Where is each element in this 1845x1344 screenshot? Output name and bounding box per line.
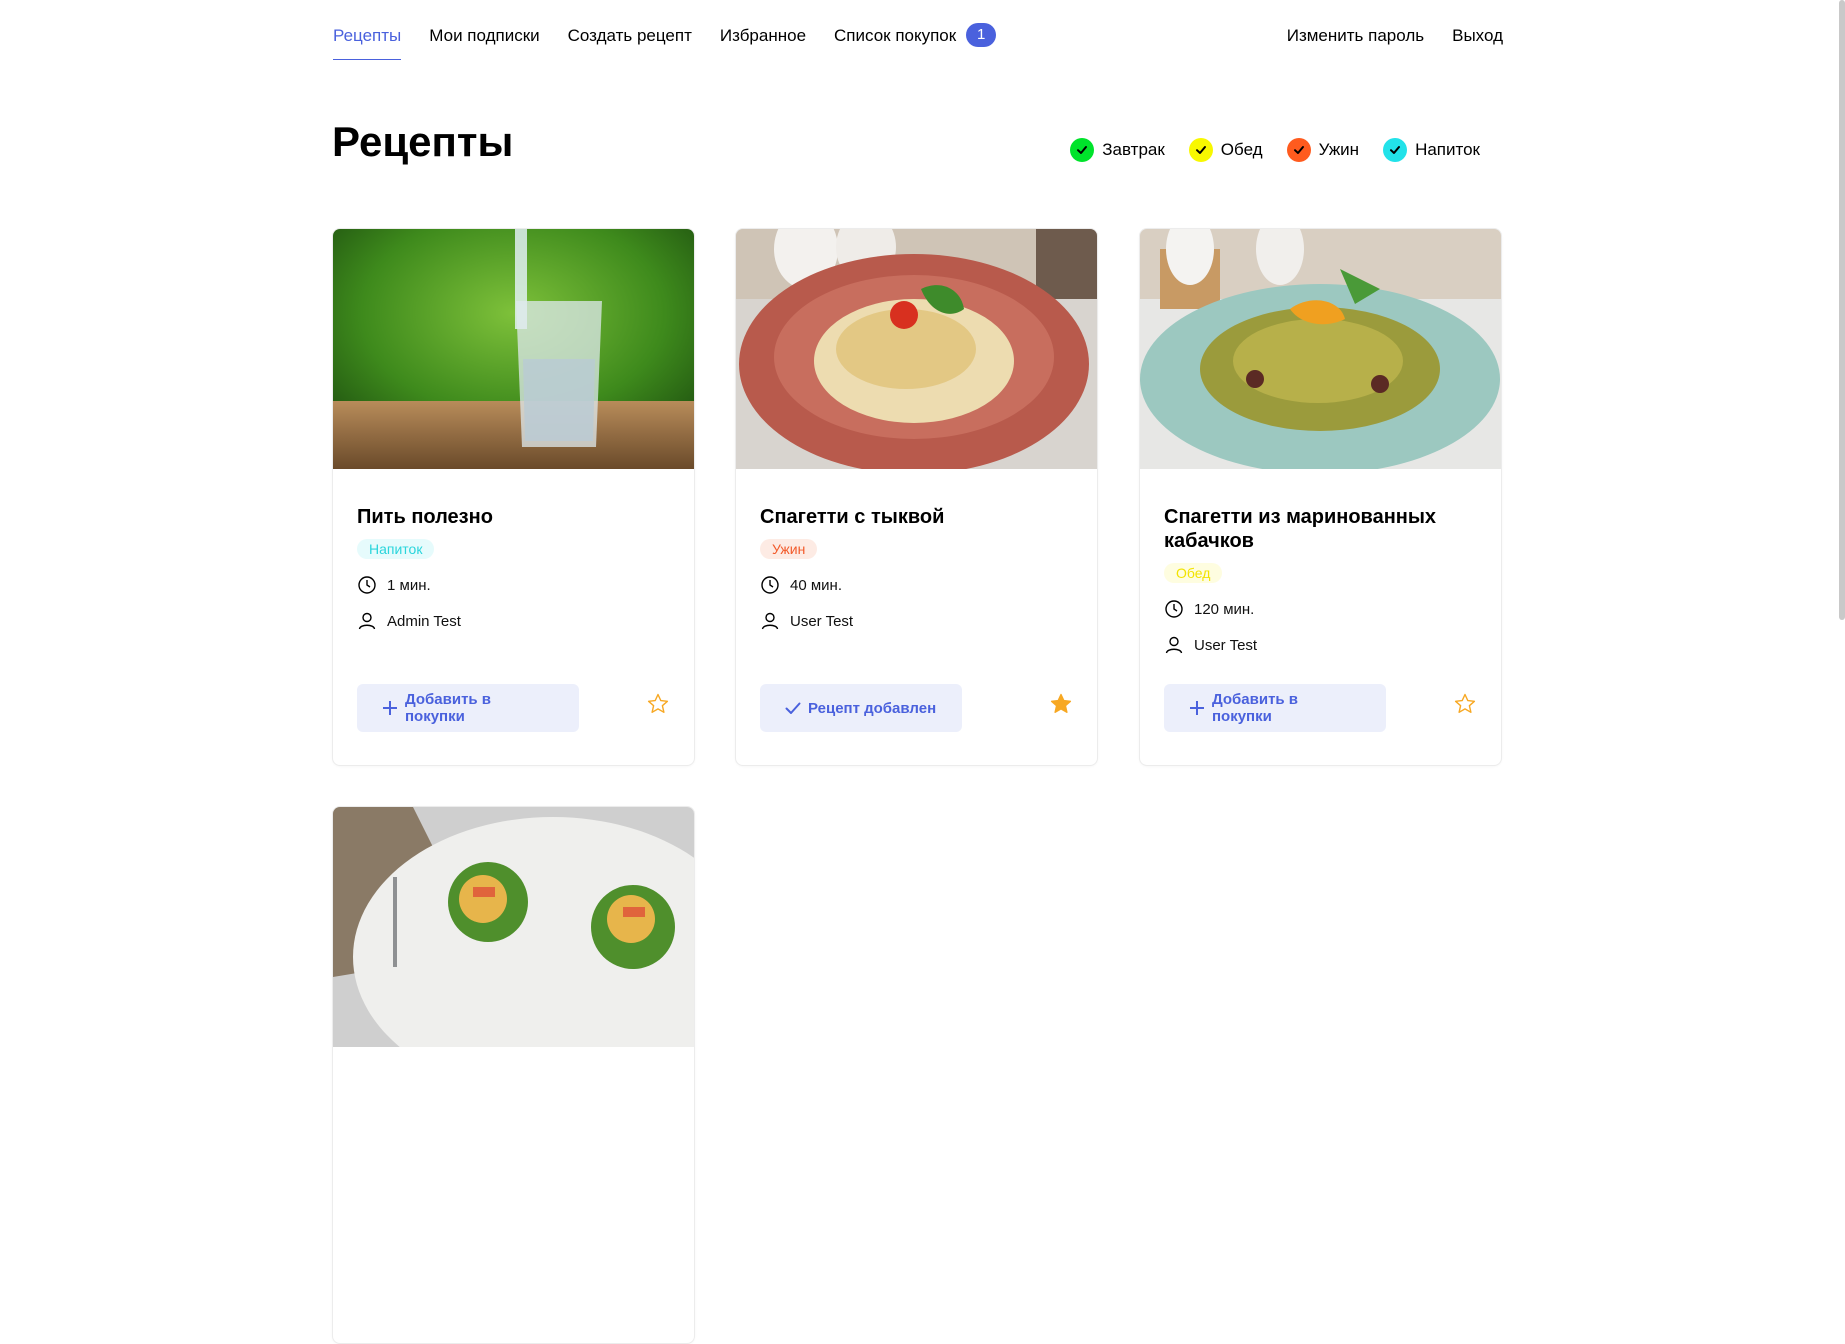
favorite-star-icon[interactable]	[1049, 692, 1073, 716]
recipe-time: 120 мин.	[1164, 599, 1477, 619]
card-body: Спагетти с тыквой Ужин 40 мин. User Test…	[736, 469, 1097, 764]
page-title: Рецепты	[332, 118, 514, 165]
recipe-time-value: 120 мин.	[1194, 600, 1255, 618]
recipe-card	[332, 806, 695, 1344]
check-icon	[1188, 138, 1213, 162]
recipe-time-value: 1 мин.	[387, 576, 431, 594]
plus-icon	[382, 701, 397, 715]
recipe-author: Admin Test	[357, 611, 670, 631]
filter-breakfast-label: Завтрак	[1102, 140, 1165, 159]
recipe-image-pumpkin-pasta[interactable]	[736, 229, 1097, 469]
recipe-card: Спагетти из маринованных кабачков Обед 1…	[1139, 228, 1502, 766]
scrollbar[interactable]	[1839, 0, 1845, 620]
recipe-card: Спагетти с тыквой Ужин 40 мин. User Test…	[735, 228, 1098, 766]
nav-create-recipe-label: Создать рецепт	[567, 26, 692, 45]
recipe-author: User Test	[1164, 635, 1477, 655]
user-icon	[761, 612, 779, 630]
change-password-label: Изменить пароль	[1286, 26, 1425, 45]
card-body: Пить полезно Напиток 1 мин. Admin Test Д…	[333, 469, 694, 764]
recipe-title[interactable]: Пить полезно	[357, 505, 670, 529]
clock-icon	[1165, 600, 1183, 618]
nav-shopping-list-label: Список покупок	[834, 26, 957, 45]
plus-icon	[1189, 701, 1204, 715]
add-to-shopping-label: Добавить в покупки	[404, 691, 492, 725]
nav-shopping-list[interactable]: Список покупок 1	[834, 22, 997, 52]
recipe-card: Пить полезно Напиток 1 мин. Admin Test Д…	[332, 228, 695, 766]
account-nav: Изменить пароль Выход	[1259, 22, 1503, 52]
card-body: Спагетти из маринованных кабачков Обед 1…	[1140, 469, 1501, 764]
filter-breakfast[interactable]: Завтрак	[1070, 138, 1165, 162]
shopping-count-badge: 1	[966, 22, 997, 47]
nav-subscriptions-label: Мои подписки	[429, 26, 540, 45]
recipe-tag: Ужин	[760, 539, 818, 559]
recipe-image-zucchini-spaghetti[interactable]	[1140, 229, 1501, 469]
logout-link[interactable]: Выход	[1452, 22, 1503, 52]
user-icon	[1165, 636, 1183, 654]
filter-drink-label: Напиток	[1415, 140, 1480, 159]
logout-label: Выход	[1452, 26, 1503, 45]
recipe-time-value: 40 мин.	[790, 576, 842, 594]
recipe-added-button[interactable]: Рецепт добавлен	[760, 684, 962, 732]
add-to-shopping-button[interactable]: Добавить в покупки	[357, 684, 579, 732]
nav-create-recipe[interactable]: Создать рецепт	[568, 22, 692, 52]
meal-filters: Завтрак Обед Ужин Напиток	[1046, 138, 1480, 162]
clock-icon	[761, 576, 779, 594]
clock-icon	[358, 576, 376, 594]
filter-dinner[interactable]: Ужин	[1286, 138, 1360, 162]
recipe-tag: Напиток	[357, 539, 435, 559]
check-icon	[1383, 138, 1408, 162]
filter-drink[interactable]: Напиток	[1383, 138, 1480, 162]
nav-recipes[interactable]: Рецепты	[333, 22, 402, 60]
recipe-author-name[interactable]: Admin Test	[387, 613, 461, 630]
page: Рецепты Мои подписки Создать рецепт Избр…	[0, 0, 1845, 1344]
filter-dinner-label: Ужин	[1318, 140, 1360, 159]
recipe-added-label: Рецепт добавлен	[808, 699, 937, 717]
recipe-image-water[interactable]	[333, 229, 694, 469]
add-to-shopping-label: Добавить в покупки	[1211, 691, 1299, 725]
favorite-star-icon[interactable]	[646, 692, 670, 716]
nav-subscriptions[interactable]: Мои подписки	[429, 22, 539, 52]
check-icon	[785, 702, 801, 714]
add-to-shopping-button[interactable]: Добавить в покупки	[1164, 684, 1386, 732]
recipe-author-name[interactable]: User Test	[1194, 637, 1257, 654]
nav-favorites[interactable]: Избранное	[720, 22, 806, 52]
check-icon	[1070, 138, 1095, 162]
check-icon	[1286, 138, 1311, 162]
filter-lunch[interactable]: Обед	[1188, 138, 1263, 162]
user-icon	[358, 612, 376, 630]
filter-lunch-label: Обед	[1220, 140, 1263, 159]
recipe-time: 40 мин.	[760, 575, 1073, 595]
recipe-title[interactable]: Спагетти с тыквой	[760, 505, 1073, 529]
main-nav: Рецепты Мои подписки Создать рецепт Избр…	[333, 22, 1024, 60]
nav-recipes-label: Рецепты	[333, 26, 402, 45]
recipe-tag: Обед	[1164, 563, 1223, 583]
recipe-author-name[interactable]: User Test	[790, 613, 853, 630]
nav-favorites-label: Избранное	[719, 26, 807, 45]
recipe-title[interactable]: Спагетти из маринованных кабачков	[1164, 505, 1477, 553]
recipe-image-salmon-lettuce[interactable]	[333, 807, 694, 1047]
favorite-star-icon[interactable]	[1453, 692, 1477, 716]
recipe-author: User Test	[760, 611, 1073, 631]
recipe-time: 1 мин.	[357, 575, 670, 595]
change-password-link[interactable]: Изменить пароль	[1287, 22, 1424, 52]
